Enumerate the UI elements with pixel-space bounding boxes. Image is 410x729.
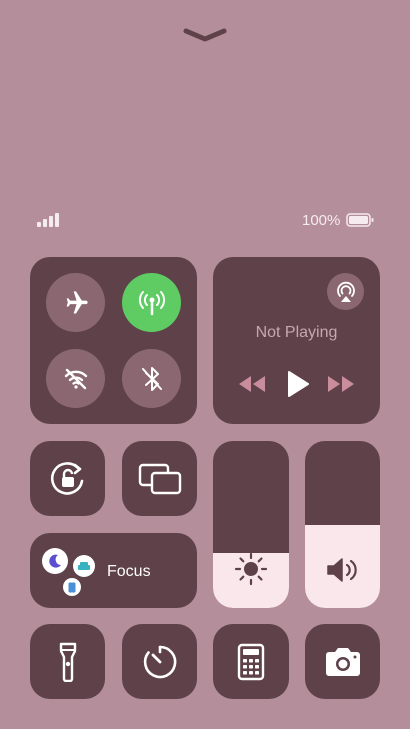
sun-icon xyxy=(234,552,268,586)
airplane-icon xyxy=(66,290,88,313)
bluetooth-toggle[interactable] xyxy=(122,349,181,408)
screen-mirroring-icon xyxy=(138,463,181,494)
moon-icon xyxy=(42,548,68,574)
calculator-button[interactable] xyxy=(213,624,289,699)
focus-button[interactable]: Focus xyxy=(30,533,197,608)
flashlight-icon xyxy=(59,642,76,682)
cellular-data-toggle[interactable] xyxy=(122,273,181,332)
volume-slider[interactable] xyxy=(305,441,380,608)
rotation-lock-button[interactable] xyxy=(30,441,105,516)
chevron-down-icon[interactable] xyxy=(183,26,227,44)
play-icon[interactable] xyxy=(287,371,309,397)
now-playing-title: Not Playing xyxy=(255,324,338,341)
calculator-icon xyxy=(237,643,265,680)
brightness-slider[interactable] xyxy=(213,441,289,608)
cellular-signal-icon xyxy=(37,213,59,227)
timer-icon xyxy=(143,645,176,678)
bluetooth-off-icon xyxy=(141,366,162,391)
airplane-mode-toggle[interactable] xyxy=(46,273,105,332)
person-badge-icon xyxy=(63,578,81,596)
speaker-icon xyxy=(327,558,357,582)
camera-icon xyxy=(325,647,360,676)
fast-forward-icon[interactable] xyxy=(327,375,355,393)
battery-percentage: 100% xyxy=(302,212,341,229)
rotation-lock-icon xyxy=(50,461,83,495)
wifi-off-icon xyxy=(64,368,87,389)
timer-button[interactable] xyxy=(122,624,197,699)
camera-button[interactable] xyxy=(305,624,380,699)
antenna-icon xyxy=(138,290,165,315)
now-playing-panel[interactable]: Not Playing xyxy=(213,257,380,424)
airplay-button[interactable] xyxy=(327,273,364,310)
rewind-icon[interactable] xyxy=(238,375,266,393)
wifi-toggle[interactable] xyxy=(46,349,105,408)
battery-full-icon xyxy=(346,213,374,227)
connectivity-panel xyxy=(30,257,197,424)
bed-icon xyxy=(73,555,95,577)
screen-mirroring-button[interactable] xyxy=(122,441,197,516)
focus-label: Focus xyxy=(107,563,151,580)
flashlight-button[interactable] xyxy=(30,624,105,699)
airplay-icon xyxy=(336,281,355,302)
